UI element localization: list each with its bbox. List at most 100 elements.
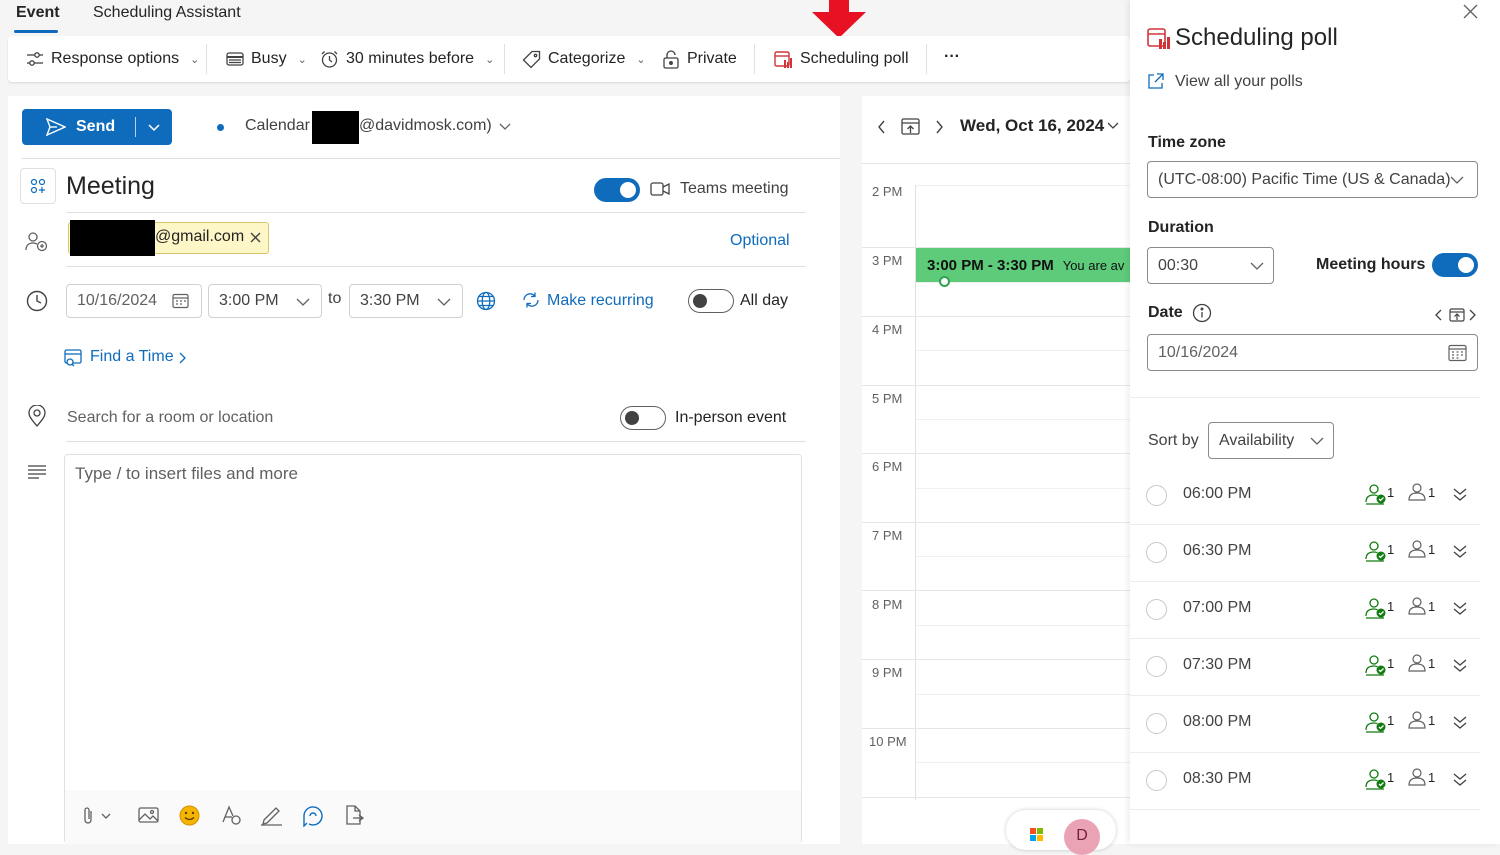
time-slot-row[interactable]: 07:00 PM 1 1 [1130, 582, 1480, 639]
loop-icon[interactable] [302, 805, 324, 827]
available-count: 1 [1387, 713, 1395, 728]
chevron-left-icon[interactable] [1434, 308, 1444, 322]
slot-radio[interactable] [1146, 770, 1167, 791]
divider [66, 441, 806, 442]
chevron-right-icon[interactable] [933, 119, 945, 135]
info-icon[interactable] [1192, 303, 1212, 323]
calendar-icon[interactable] [1448, 344, 1467, 362]
half-hour-gridline [916, 762, 1130, 763]
duration-dropdown[interactable]: 00:30 [1147, 247, 1274, 284]
slot-radio[interactable] [1146, 656, 1167, 677]
event-title[interactable]: Meeting [66, 172, 155, 201]
expand-icon[interactable] [1452, 714, 1468, 730]
calendar-icon[interactable] [172, 293, 189, 309]
all-day-toggle[interactable] [688, 289, 734, 313]
poll-date-field[interactable]: 10/16/2024 [1147, 334, 1478, 371]
slot-radio[interactable] [1146, 599, 1167, 620]
go-to-today-icon[interactable] [901, 117, 920, 136]
time-slot-row[interactable]: 08:30 PM 1 1 [1130, 753, 1480, 810]
in-person-event-toggle[interactable] [620, 406, 666, 430]
attendee-icon [1408, 596, 1426, 616]
sort-by-dropdown[interactable]: Availability [1208, 422, 1334, 459]
close-icon[interactable] [249, 231, 262, 244]
slot-radio[interactable] [1146, 713, 1167, 734]
response-options-label: Response options [51, 50, 180, 67]
location-search-input[interactable]: Search for a room or location [67, 409, 273, 427]
chevron-down-icon[interactable] [146, 119, 162, 135]
find-a-time-link[interactable]: Find a Time [90, 348, 174, 366]
expand-icon[interactable] [1452, 657, 1468, 673]
duration-label: Duration [1148, 219, 1214, 236]
chevron-down-icon[interactable] [497, 118, 513, 134]
redacted-block [312, 111, 359, 144]
chevron-left-icon[interactable] [876, 119, 888, 135]
time-slot-row[interactable]: 06:30 PM 1 1 [1130, 525, 1480, 582]
body-placeholder: Type / to insert files and more [75, 464, 298, 483]
time-zone-dropdown[interactable]: (UTC-08:00) Pacific Time (US & Canada) [1147, 161, 1478, 198]
scheduling-poll-button[interactable]: Scheduling poll [774, 36, 909, 82]
text-lines-icon [27, 465, 47, 479]
attendee-icon [1408, 710, 1426, 730]
hour-label: 5 PM [872, 391, 903, 406]
slot-time: 07:30 PM [1183, 656, 1252, 673]
end-time-field[interactable]: 3:30 PM [349, 284, 463, 318]
hour-gridline [862, 797, 1130, 798]
available-attendee-icon [1364, 539, 1388, 563]
expand-icon[interactable] [1452, 771, 1468, 787]
attendee-icon [1408, 653, 1426, 673]
expand-icon[interactable] [1452, 600, 1468, 616]
optional-attendees-link[interactable]: Optional [730, 232, 790, 250]
response-options-button[interactable]: Response options ⌄ [26, 36, 199, 82]
time-slot-row[interactable]: 07:30 PM 1 1 [1130, 639, 1480, 696]
start-time-field[interactable]: 3:00 PM [208, 284, 322, 318]
half-hour-gridline [916, 694, 1130, 695]
message-body-editor[interactable] [64, 454, 802, 844]
reminder-button[interactable]: 30 minutes before ⌄ [320, 36, 494, 82]
close-icon[interactable] [1463, 4, 1478, 19]
emoji-icon[interactable] [179, 805, 200, 826]
image-icon[interactable] [138, 806, 159, 824]
chevron-down-icon[interactable] [436, 294, 452, 310]
half-hour-gridline [916, 488, 1130, 489]
chevron-down-icon[interactable] [295, 294, 311, 310]
redacted-block [70, 220, 155, 256]
formatting-icon[interactable] [220, 805, 242, 826]
attendee-icon [1408, 482, 1426, 502]
event-category-icon[interactable] [20, 168, 56, 204]
make-recurring-link[interactable]: Make recurring [547, 292, 654, 310]
toolbar-divider [206, 44, 207, 74]
private-button[interactable]: Private [662, 36, 737, 82]
categorize-button[interactable]: Categorize ⌄ [522, 36, 646, 82]
slot-radio[interactable] [1146, 542, 1167, 563]
calendar-account[interactable]: @davidmosk.com) [359, 117, 492, 135]
tab-event[interactable]: Event [16, 4, 60, 22]
event-resize-handle[interactable] [939, 276, 950, 287]
start-date-field[interactable]: 10/16/2024 [66, 284, 202, 318]
time-slot-row[interactable]: 06:00 PM 1 1 [1130, 468, 1480, 525]
chevron-down-icon[interactable] [1106, 118, 1120, 132]
calendar-date-picker[interactable]: Wed, Oct 16, 2024 [960, 116, 1104, 136]
apps-icon[interactable] [344, 805, 364, 826]
view-all-polls-link[interactable]: View all your polls [1175, 73, 1303, 91]
avatar[interactable]: D [1064, 819, 1100, 855]
expand-icon[interactable] [1452, 486, 1468, 502]
go-to-today-icon[interactable] [1449, 307, 1465, 323]
tab-scheduling-assistant[interactable]: Scheduling Assistant [93, 4, 241, 22]
all-day-label: All day [740, 292, 789, 309]
microsoft-apps-icon[interactable] [1030, 828, 1044, 842]
expand-icon[interactable] [1452, 543, 1468, 559]
more-options-button[interactable]: ··· [944, 34, 960, 80]
meeting-hours-toggle[interactable] [1432, 253, 1478, 277]
signature-pen-icon[interactable] [260, 805, 283, 826]
slot-radio[interactable] [1146, 485, 1167, 506]
chevron-down-icon [1249, 258, 1265, 274]
attach-icon[interactable] [84, 806, 112, 826]
in-person-event-label: In-person event [675, 409, 787, 426]
teams-meeting-toggle[interactable] [594, 178, 640, 202]
chevron-right-icon[interactable] [1467, 308, 1477, 322]
globe-icon[interactable] [476, 291, 496, 311]
time-slot-row[interactable]: 08:00 PM 1 1 [1130, 696, 1480, 753]
show-as-busy-button[interactable]: Busy ⌄ [226, 36, 307, 82]
send-button[interactable]: Send [22, 109, 172, 145]
recurring-icon[interactable] [521, 291, 541, 309]
